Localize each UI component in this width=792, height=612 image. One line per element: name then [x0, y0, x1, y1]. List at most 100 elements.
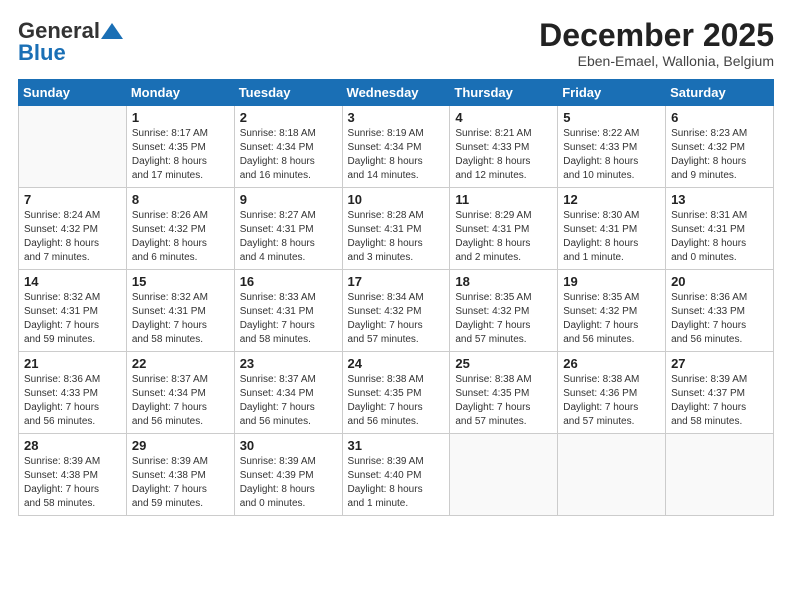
day-number: 5	[563, 110, 660, 125]
calendar-col-header: Wednesday	[342, 80, 450, 106]
calendar-cell: 6 Sunrise: 8:23 AM Sunset: 4:32 PM Daylig…	[666, 106, 774, 188]
calendar-cell: 27 Sunrise: 8:39 AM Sunset: 4:37 PM Dayli…	[666, 352, 774, 434]
calendar-cell: 10 Sunrise: 8:28 AM Sunset: 4:31 PM Dayli…	[342, 188, 450, 270]
day-info: Sunrise: 8:38 AM Sunset: 4:35 PM Dayligh…	[348, 373, 445, 429]
calendar-cell: 5 Sunrise: 8:22 AM Sunset: 4:33 PM Daylig…	[558, 106, 666, 188]
day-info: Sunrise: 8:29 AM Sunset: 4:31 PM Dayligh…	[455, 209, 552, 265]
day-info: Sunrise: 8:38 AM Sunset: 4:36 PM Dayligh…	[563, 373, 660, 429]
day-number: 17	[348, 274, 445, 289]
day-info: Sunrise: 8:35 AM Sunset: 4:32 PM Dayligh…	[563, 291, 660, 347]
calendar-cell: 28 Sunrise: 8:39 AM Sunset: 4:38 PM Dayli…	[19, 434, 127, 516]
calendar-cell: 21Sunrise: 8:36 AM Sunset: 4:33 PM Dayli…	[19, 352, 127, 434]
calendar-col-header: Sunday	[19, 80, 127, 106]
calendar-cell	[450, 434, 558, 516]
day-number: 18	[455, 274, 552, 289]
day-number: 30	[240, 438, 337, 453]
day-number: 26	[563, 356, 660, 371]
calendar-cell: 29 Sunrise: 8:39 AM Sunset: 4:38 PM Dayli…	[126, 434, 234, 516]
calendar-cell: 17 Sunrise: 8:34 AM Sunset: 4:32 PM Dayli…	[342, 270, 450, 352]
day-info: Sunrise: 8:22 AM Sunset: 4:33 PM Dayligh…	[563, 127, 660, 183]
calendar-cell: 30 Sunrise: 8:39 AM Sunset: 4:39 PM Dayli…	[234, 434, 342, 516]
calendar-header-row: SundayMondayTuesdayWednesdayThursdayFrid…	[19, 80, 774, 106]
day-number: 25	[455, 356, 552, 371]
calendar-cell: 18 Sunrise: 8:35 AM Sunset: 4:32 PM Dayli…	[450, 270, 558, 352]
day-number: 2	[240, 110, 337, 125]
day-number: 20	[671, 274, 768, 289]
calendar-cell: 15 Sunrise: 8:32 AM Sunset: 4:31 PM Dayli…	[126, 270, 234, 352]
calendar-cell	[558, 434, 666, 516]
calendar-cell: 26 Sunrise: 8:38 AM Sunset: 4:36 PM Dayli…	[558, 352, 666, 434]
calendar-col-header: Friday	[558, 80, 666, 106]
day-info: Sunrise: 8:17 AM Sunset: 4:35 PM Dayligh…	[132, 127, 229, 183]
calendar-col-header: Monday	[126, 80, 234, 106]
calendar-week-row: 7Sunrise: 8:24 AM Sunset: 4:32 PM Daylig…	[19, 188, 774, 270]
day-info: Sunrise: 8:24 AM Sunset: 4:32 PM Dayligh…	[24, 209, 121, 265]
day-number: 15	[132, 274, 229, 289]
day-number: 28	[24, 438, 121, 453]
month-title: December 2025	[539, 18, 774, 53]
calendar-cell: 25 Sunrise: 8:38 AM Sunset: 4:35 PM Dayli…	[450, 352, 558, 434]
day-info: Sunrise: 8:31 AM Sunset: 4:31 PM Dayligh…	[671, 209, 768, 265]
calendar-cell: 19 Sunrise: 8:35 AM Sunset: 4:32 PM Dayli…	[558, 270, 666, 352]
day-number: 6	[671, 110, 768, 125]
calendar-cell	[19, 106, 127, 188]
page: General Blue December 2025 Eben-Emael, W…	[0, 0, 792, 612]
day-info: Sunrise: 8:21 AM Sunset: 4:33 PM Dayligh…	[455, 127, 552, 183]
day-info: Sunrise: 8:35 AM Sunset: 4:32 PM Dayligh…	[455, 291, 552, 347]
day-info: Sunrise: 8:27 AM Sunset: 4:31 PM Dayligh…	[240, 209, 337, 265]
day-info: Sunrise: 8:32 AM Sunset: 4:31 PM Dayligh…	[24, 291, 121, 347]
day-info: Sunrise: 8:39 AM Sunset: 4:38 PM Dayligh…	[132, 455, 229, 511]
calendar-cell: 3Sunrise: 8:19 AM Sunset: 4:34 PM Daylig…	[342, 106, 450, 188]
calendar-cell: 16Sunrise: 8:33 AM Sunset: 4:31 PM Dayli…	[234, 270, 342, 352]
day-info: Sunrise: 8:32 AM Sunset: 4:31 PM Dayligh…	[132, 291, 229, 347]
calendar-cell: 22Sunrise: 8:37 AM Sunset: 4:34 PM Dayli…	[126, 352, 234, 434]
day-number: 29	[132, 438, 229, 453]
calendar-table: SundayMondayTuesdayWednesdayThursdayFrid…	[18, 79, 774, 516]
logo-blue: Blue	[18, 40, 66, 66]
day-number: 19	[563, 274, 660, 289]
day-info: Sunrise: 8:39 AM Sunset: 4:37 PM Dayligh…	[671, 373, 768, 429]
calendar-week-row: 21Sunrise: 8:36 AM Sunset: 4:33 PM Dayli…	[19, 352, 774, 434]
calendar-col-header: Tuesday	[234, 80, 342, 106]
day-number: 21	[24, 356, 121, 371]
calendar-cell: 11 Sunrise: 8:29 AM Sunset: 4:31 PM Dayli…	[450, 188, 558, 270]
day-info: Sunrise: 8:23 AM Sunset: 4:32 PM Dayligh…	[671, 127, 768, 183]
calendar-week-row: 28 Sunrise: 8:39 AM Sunset: 4:38 PM Dayli…	[19, 434, 774, 516]
day-number: 11	[455, 192, 552, 207]
day-number: 22	[132, 356, 229, 371]
day-number: 27	[671, 356, 768, 371]
calendar-cell: 2 Sunrise: 8:18 AM Sunset: 4:34 PM Daylig…	[234, 106, 342, 188]
day-number: 14	[24, 274, 121, 289]
day-number: 9	[240, 192, 337, 207]
day-number: 13	[671, 192, 768, 207]
title-block: December 2025 Eben-Emael, Wallonia, Belg…	[539, 18, 774, 69]
calendar-cell: 7Sunrise: 8:24 AM Sunset: 4:32 PM Daylig…	[19, 188, 127, 270]
day-number: 8	[132, 192, 229, 207]
day-info: Sunrise: 8:38 AM Sunset: 4:35 PM Dayligh…	[455, 373, 552, 429]
calendar-cell: 4 Sunrise: 8:21 AM Sunset: 4:33 PM Daylig…	[450, 106, 558, 188]
calendar-week-row: 14 Sunrise: 8:32 AM Sunset: 4:31 PM Dayli…	[19, 270, 774, 352]
day-info: Sunrise: 8:39 AM Sunset: 4:38 PM Dayligh…	[24, 455, 121, 511]
logo: General Blue	[18, 18, 124, 66]
day-info: Sunrise: 8:39 AM Sunset: 4:40 PM Dayligh…	[348, 455, 445, 511]
logo-icon	[101, 23, 123, 39]
day-number: 3	[348, 110, 445, 125]
calendar-col-header: Thursday	[450, 80, 558, 106]
day-number: 31	[348, 438, 445, 453]
header: General Blue December 2025 Eben-Emael, W…	[18, 18, 774, 69]
day-info: Sunrise: 8:18 AM Sunset: 4:34 PM Dayligh…	[240, 127, 337, 183]
calendar-cell: 1Sunrise: 8:17 AM Sunset: 4:35 PM Daylig…	[126, 106, 234, 188]
calendar-cell: 8 Sunrise: 8:26 AM Sunset: 4:32 PM Daylig…	[126, 188, 234, 270]
calendar-cell: 31 Sunrise: 8:39 AM Sunset: 4:40 PM Dayli…	[342, 434, 450, 516]
day-number: 4	[455, 110, 552, 125]
calendar-cell: 13 Sunrise: 8:31 AM Sunset: 4:31 PM Dayli…	[666, 188, 774, 270]
day-number: 10	[348, 192, 445, 207]
day-info: Sunrise: 8:34 AM Sunset: 4:32 PM Dayligh…	[348, 291, 445, 347]
day-info: Sunrise: 8:37 AM Sunset: 4:34 PM Dayligh…	[240, 373, 337, 429]
day-info: Sunrise: 8:28 AM Sunset: 4:31 PM Dayligh…	[348, 209, 445, 265]
day-info: Sunrise: 8:26 AM Sunset: 4:32 PM Dayligh…	[132, 209, 229, 265]
calendar-cell: 14 Sunrise: 8:32 AM Sunset: 4:31 PM Dayli…	[19, 270, 127, 352]
day-info: Sunrise: 8:39 AM Sunset: 4:39 PM Dayligh…	[240, 455, 337, 511]
calendar-cell: 12Sunrise: 8:30 AM Sunset: 4:31 PM Dayli…	[558, 188, 666, 270]
calendar-cell: 24Sunrise: 8:38 AM Sunset: 4:35 PM Dayli…	[342, 352, 450, 434]
